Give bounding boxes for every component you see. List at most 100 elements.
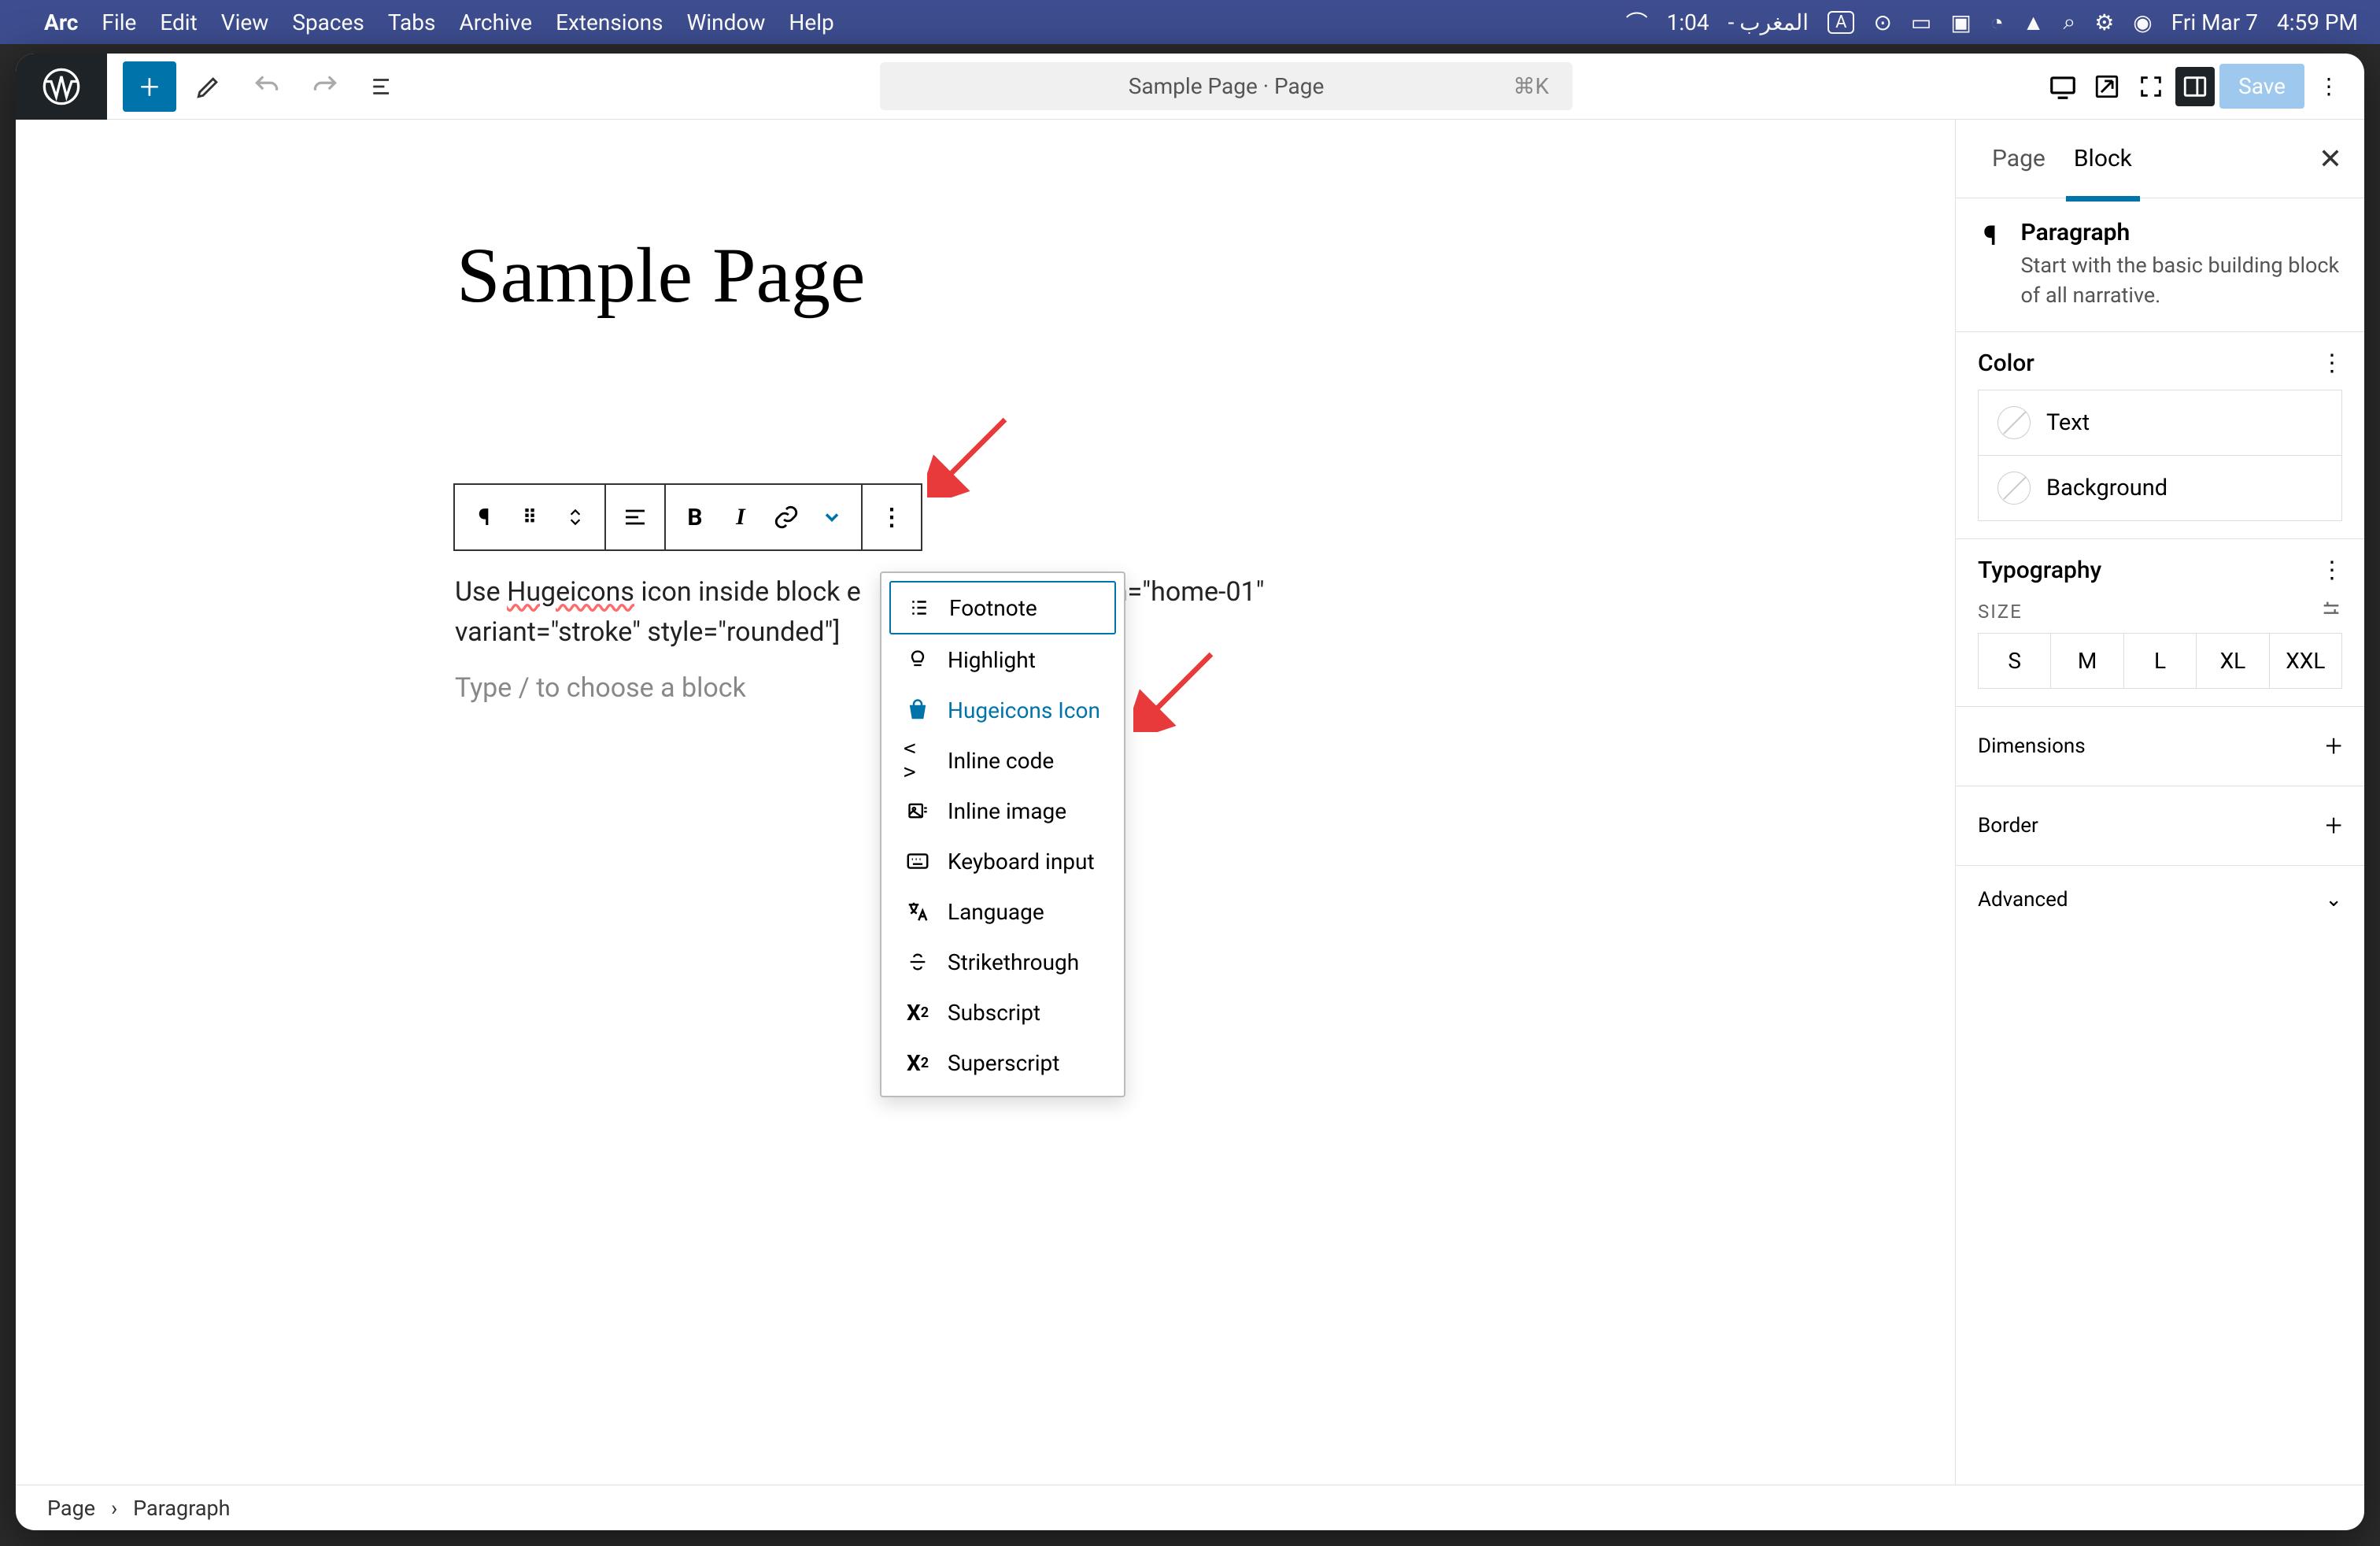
document-title-bar[interactable]: Sample Page · Page ⌘K xyxy=(880,62,1572,110)
siri-icon[interactable]: ◉ xyxy=(2133,9,2152,35)
size-xl[interactable]: XL xyxy=(2197,634,2269,688)
menu-extensions[interactable]: Extensions xyxy=(556,9,663,35)
dropdown-item-highlight[interactable]: Highlight xyxy=(889,634,1116,685)
drag-handle-icon[interactable]: ⠿ xyxy=(507,494,552,540)
screen-mirror-icon[interactable]: ▣ xyxy=(1950,9,1971,35)
size-l[interactable]: L xyxy=(2124,634,2197,688)
typography-panel: Typography⋮ SIZE S M L XL XXL xyxy=(1956,539,2364,707)
more-options-button[interactable]: ⋮ xyxy=(2309,67,2349,106)
sidebar-toggle-button[interactable] xyxy=(2175,67,2215,106)
menu-tabs[interactable]: Tabs xyxy=(388,9,436,35)
menu-view[interactable]: View xyxy=(221,9,269,35)
app-name[interactable]: Arc xyxy=(44,9,78,35)
format-dropdown: Footnote Highlight Hugeicons Icon < >Inl… xyxy=(880,571,1125,1097)
dropdown-item-hugeicons[interactable]: Hugeicons Icon xyxy=(889,685,1116,735)
tab-page[interactable]: Page xyxy=(1978,117,2060,201)
page-title[interactable]: Sample Page xyxy=(456,230,865,320)
wifi-icon[interactable]: ▲ xyxy=(2023,9,2045,35)
search-icon[interactable]: ⌕ xyxy=(2064,9,2076,35)
input-source-badge[interactable]: A xyxy=(1828,11,1854,34)
dropdown-item-language[interactable]: Language xyxy=(889,886,1116,937)
strikethrough-icon xyxy=(904,948,932,976)
language-icon xyxy=(904,897,932,926)
breadcrumb-footer: Page › Paragraph xyxy=(16,1485,2364,1530)
paragraph-block-icon[interactable]: ¶ xyxy=(461,494,507,540)
subscript-icon: X2 xyxy=(904,998,932,1026)
block-appender[interactable]: Type / to choose a block xyxy=(455,672,746,704)
size-xxl[interactable]: XXL xyxy=(2270,634,2341,688)
redo-button[interactable] xyxy=(299,61,351,112)
edit-icon[interactable] xyxy=(183,61,235,112)
paragraph-block[interactable]: Use Hugeicons icon inside block eh="home… xyxy=(455,572,1265,653)
border-panel[interactable]: Border+ xyxy=(1956,786,2364,866)
menu-file[interactable]: File xyxy=(102,9,136,35)
dropdown-item-keyboard[interactable]: Keyboard input xyxy=(889,836,1116,886)
tab-block[interactable]: Block xyxy=(2060,117,2146,201)
editor-topbar: + Sample Page · Page ⌘K Save ⋮ xyxy=(16,54,2364,120)
chevron-down-icon: ⌄ xyxy=(2325,888,2342,912)
view-external-button[interactable] xyxy=(2087,67,2127,106)
dropdown-item-strikethrough[interactable]: Strikethrough xyxy=(889,937,1116,987)
dropdown-item-subscript[interactable]: X2Subscript xyxy=(889,987,1116,1037)
fullscreen-button[interactable] xyxy=(2131,67,2171,106)
menubar-date[interactable]: Fri Mar 7 xyxy=(2171,9,2258,35)
dropdown-item-footnote[interactable]: Footnote xyxy=(889,581,1116,634)
add-block-button[interactable]: + xyxy=(123,61,176,112)
more-formatting-button[interactable] xyxy=(809,494,855,540)
text-color-button[interactable]: Text xyxy=(1978,390,2342,456)
menu-window[interactable]: Window xyxy=(686,9,765,35)
play-icon[interactable]: ⊙ xyxy=(1873,9,1891,35)
dropdown-item-inline-code[interactable]: < >Inline code xyxy=(889,735,1116,786)
wordpress-logo[interactable] xyxy=(16,54,107,120)
sidebar-tabs: Page Block ✕ xyxy=(1956,120,2364,198)
breadcrumb-block[interactable]: Paragraph xyxy=(133,1496,230,1521)
color-panel: Color⋮ Text Background xyxy=(1956,332,2364,539)
browser-window: + Sample Page · Page ⌘K Save ⋮ Sample Pa… xyxy=(16,54,2364,1530)
block-info: ¶ Paragraph Start with the basic buildin… xyxy=(1956,198,2364,332)
control-center-icon[interactable]: ⚙ xyxy=(2094,9,2114,35)
link-button[interactable] xyxy=(763,494,809,540)
menu-archive[interactable]: Archive xyxy=(459,9,532,35)
typography-options-button[interactable]: ⋮ xyxy=(2320,557,2342,584)
background-color-button[interactable]: Background xyxy=(1978,455,2342,521)
close-sidebar-button[interactable]: ✕ xyxy=(2319,142,2342,176)
status-arch-icon[interactable]: ⌒ xyxy=(1626,6,1648,38)
footnote-icon xyxy=(905,594,933,622)
menu-edit[interactable]: Edit xyxy=(160,9,197,35)
block-more-button[interactable]: ⋮ xyxy=(869,494,915,540)
size-m[interactable]: M xyxy=(2051,634,2123,688)
view-desktop-button[interactable] xyxy=(2043,67,2082,106)
italic-button[interactable]: I xyxy=(718,494,763,540)
block-toolbar: ¶ ⠿ B I ⋮ xyxy=(453,483,922,551)
code-icon: < > xyxy=(904,746,932,775)
size-custom-button[interactable] xyxy=(2320,598,2342,625)
advanced-panel[interactable]: Advanced⌄ xyxy=(1956,866,2364,934)
align-button[interactable] xyxy=(612,494,658,540)
menubar-clock[interactable]: 4:59 PM xyxy=(2277,9,2358,35)
save-button[interactable]: Save xyxy=(2219,64,2304,109)
undo-button[interactable] xyxy=(241,61,293,112)
dropdown-item-superscript[interactable]: X2Superscript xyxy=(889,1037,1116,1088)
breadcrumb-page[interactable]: Page xyxy=(47,1496,95,1521)
block-desc: Start with the basic building block of a… xyxy=(2021,251,2343,311)
color-options-button[interactable]: ⋮ xyxy=(2320,350,2342,377)
move-arrows-icon[interactable] xyxy=(552,494,598,540)
document-title: Sample Page · Page xyxy=(1129,73,1325,99)
macos-menubar: Arc File Edit View Spaces Tabs Archive E… xyxy=(0,0,2380,44)
highlight-icon xyxy=(904,645,932,674)
superscript-icon: X2 xyxy=(904,1049,932,1077)
dropdown-item-inline-image[interactable]: Inline image xyxy=(889,786,1116,836)
size-s[interactable]: S xyxy=(1979,634,2051,688)
menu-help[interactable]: Help xyxy=(789,9,833,35)
editor-canvas[interactable]: Sample Page ¶ ⠿ B I ⋮ xyxy=(16,120,1955,1485)
menu-spaces[interactable]: Spaces xyxy=(292,9,364,35)
swatch-icon xyxy=(1998,472,2031,505)
status-locale: - المغرب xyxy=(1728,9,1809,35)
paragraph-icon: ¶ xyxy=(1978,219,2002,253)
chevron-right-icon: › xyxy=(111,1496,117,1521)
outline-button[interactable] xyxy=(357,61,409,112)
battery-icon[interactable]: ▭ xyxy=(1911,9,1931,35)
bold-button[interactable]: B xyxy=(672,494,718,540)
airdrop-icon[interactable]: ◔ xyxy=(1990,9,2004,35)
dimensions-panel[interactable]: Dimensions+ xyxy=(1956,707,2364,786)
